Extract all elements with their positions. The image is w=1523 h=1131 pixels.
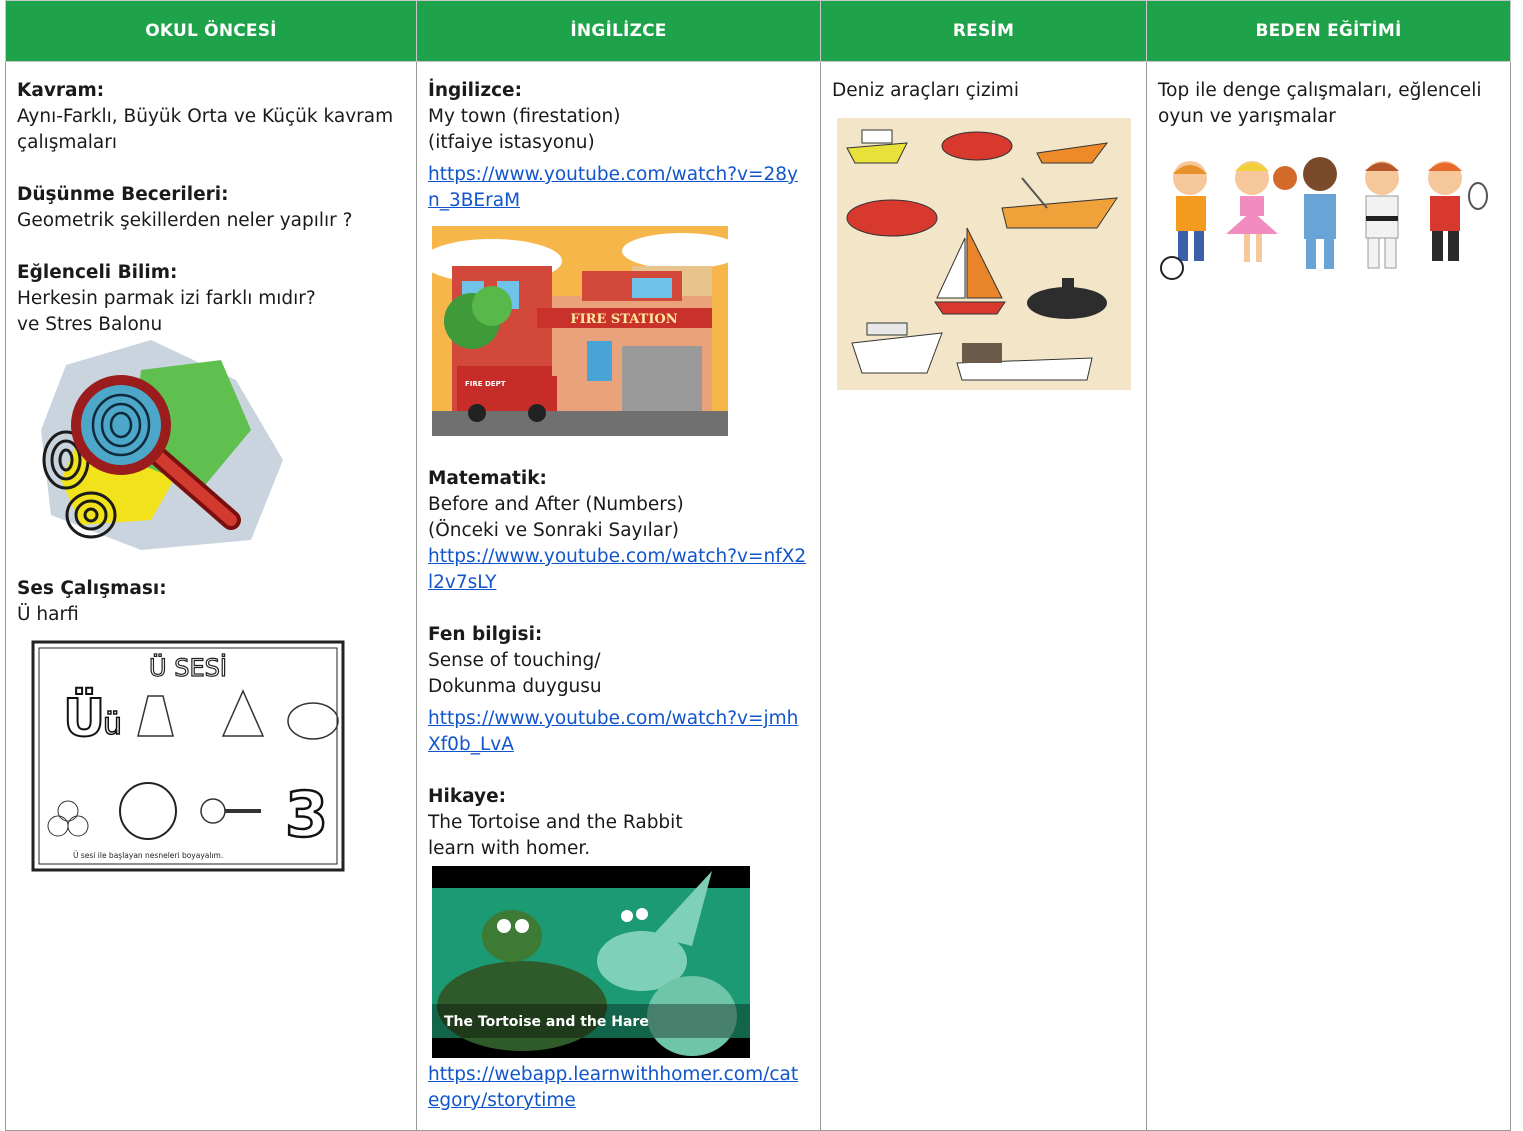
youtube-link-numbers[interactable]: https://www.youtube.com/watch?v=nfX2l2v7… [428,544,809,596]
fen-line-2: Dokunma duygusu [428,676,602,697]
kid-basketball [1273,157,1337,269]
matematik-heading: Matematik: [428,468,547,489]
cell-okul-oncesi: Kavram: Aynı-Farklı, Büyük Orta ve Küçük… [5,61,417,1131]
cell-beden-egitimi: Top ile denge çalışmaları, eğlenceli oyu… [1146,61,1511,1131]
fen-line-1: Sense of touching/ [428,650,601,671]
header-row: OKUL ÖNCESİ İNGİLİZCE RESİM BEDEN EĞİTİM… [5,0,1511,62]
ingilizce-line-1: My town (firestation) [428,106,621,127]
kid-football [1160,161,1207,280]
cell-resim: Deniz araçları çizimi [820,61,1147,1131]
worksheet-small-letter: ü [103,707,122,742]
header-okul-oncesi: OKUL ÖNCESİ [5,0,417,62]
hikaye-line-1: The Tortoise and the Rabbit [428,812,683,833]
header-resim: RESİM [820,0,1147,62]
kid-tennis [1428,161,1488,261]
bilim-heading: Eğlenceli Bilim: [17,262,178,283]
learnwithhomer-link[interactable]: https://webapp.learnwithhomer.com/catego… [428,1062,809,1114]
header-beden-egitimi: BEDEN EĞİTİMİ [1146,0,1511,62]
matematik-line-2: (Önceki ve Sonraki Sayılar) [428,520,679,541]
ses-text: Ü harfi [17,604,79,625]
u-sesi-worksheet-image: Ü SESİ Ü ü 3 Ü sesi ile başlayan nesnele… [31,640,345,872]
sea-vehicles-image [837,118,1131,390]
ses-heading: Ses Çalışması: [17,578,167,599]
matematik-line-1: Before and After (Numbers) [428,494,684,515]
kid-karate [1365,161,1399,269]
dusunme-heading: Düşünme Becerileri: [17,184,229,205]
hikaye-heading: Hikaye: [428,786,507,807]
cell-ingilizce: İngilizce: My town (firestation) (itfaiy… [416,61,821,1131]
worksheet-title: Ü SESİ [149,653,227,682]
resim-text: Deniz araçları çizimi [832,80,1019,101]
worksheet-number: 3 [285,778,328,851]
beden-text: Top ile denge çalışmaları, eğlenceli oyu… [1158,80,1482,127]
kavram-text: Aynı-Farklı, Büyük Orta ve Küçük kavram … [17,106,394,153]
hikaye-line-2: learn with homer. [428,838,591,859]
dusunme-text: Geometrik şekillerden neler yapılır ? [17,210,353,231]
kavram-heading: Kavram: [17,80,105,101]
worksheet-big-letter: Ü [63,687,105,749]
bilim-text-1: Herkesin parmak izi farklı mıdır? [17,288,316,309]
fingerprint-magnifier-image [41,340,283,550]
bilim-text-2: ve Stres Balonu [17,314,163,335]
fen-heading: Fen bilgisi: [428,624,543,645]
worksheet-caption: Ü sesi ile başlayan nesneleri boyayalım. [73,851,223,860]
fire-station-image: FIRE STATION FIRE DEPT [432,226,728,436]
fire-truck-label: FIRE DEPT [465,380,506,388]
tortoise-hare-video-thumbnail[interactable]: The Tortoise and the Hare [432,866,750,1058]
kid-dancer [1226,161,1278,262]
kids-sports-image [1160,157,1488,280]
lesson-plan-table: OKUL ÖNCESİ İNGİLİZCE RESİM BEDEN EĞİTİM… [5,0,1511,1131]
video-caption: The Tortoise and the Hare [444,1014,649,1030]
fire-station-sign: FIRE STATION [570,312,677,327]
ingilizce-line-2: (itfaiye istasyonu) [428,132,595,153]
header-ingilizce: İNGİLİZCE [416,0,821,62]
youtube-link-touching[interactable]: https://www.youtube.com/watch?v=jmhXf0b_… [428,706,809,758]
youtube-link-firestation[interactable]: https://www.youtube.com/watch?v=28yn_3BE… [428,162,809,214]
ingilizce-heading: İngilizce: [428,80,522,101]
